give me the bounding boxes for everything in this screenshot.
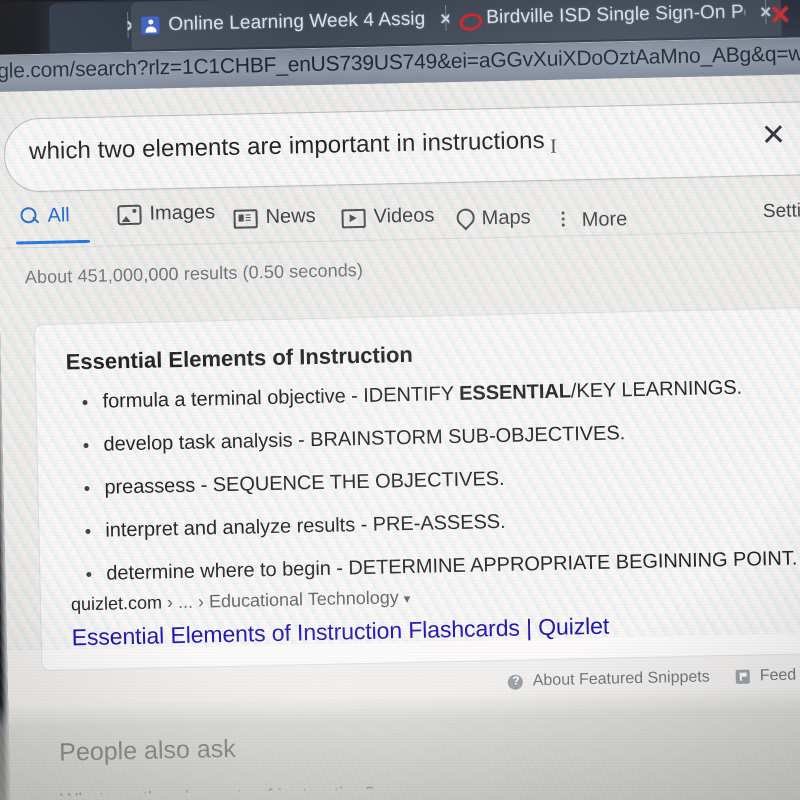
tab-videos[interactable]: Videos bbox=[341, 198, 435, 234]
bullet-text-pre: develop task analysis - BRAINSTORM SUB-O… bbox=[103, 422, 626, 456]
bullet-text-pre: interpret and analyze results - PRE-ASSE… bbox=[105, 510, 506, 542]
browser-tab-2[interactable]: Online Learning Week 4 Assignm × bbox=[130, 0, 462, 50]
settings-link[interactable]: Settings bbox=[763, 200, 800, 223]
search-vertical-tabs: All Images News Videos Maps More bbox=[16, 182, 800, 248]
tab-images[interactable]: Images bbox=[117, 195, 215, 231]
cite-domain: quizlet.com bbox=[70, 592, 163, 615]
tab-label: Maps bbox=[481, 205, 531, 229]
question-mark-icon bbox=[507, 674, 523, 690]
about-featured-snippets-link[interactable]: About Featured Snippets bbox=[507, 668, 710, 690]
list-item: develop task analysis - BRAINSTORM SUB-O… bbox=[77, 419, 800, 455]
result-title-link[interactable]: Essential Elements of Instruction Flashc… bbox=[71, 613, 609, 652]
feedback-label: Feed bbox=[759, 666, 797, 685]
tab-more[interactable]: More bbox=[553, 202, 627, 238]
person-avatar-icon bbox=[141, 16, 160, 35]
google-search-results-page: which two elements are important in inst… bbox=[0, 73, 800, 800]
featured-snippet-footer: About Featured Snippets Feed bbox=[507, 665, 800, 698]
bullet-text-pre: determine where to begin - DETERMINE APP… bbox=[106, 547, 798, 585]
featured-snippet-bullet-list: formula a terminal objective - IDENTIFY … bbox=[76, 376, 800, 607]
bullet-text-pre: formula a terminal objective - IDENTIFY bbox=[102, 382, 460, 413]
flag-icon bbox=[735, 669, 750, 684]
result-stats: About 451,000,000 results (0.50 seconds) bbox=[24, 259, 364, 288]
bullet-text-bold: ESSENTIAL bbox=[458, 380, 572, 405]
bullet-text-pre: preassess - SEQUENCE THE OBJECTIVES. bbox=[104, 467, 505, 499]
about-featured-snippets-label: About Featured Snippets bbox=[532, 668, 710, 690]
tab-title: Birdville ISD Single Sign-On Portа bbox=[486, 1, 746, 29]
video-icon bbox=[341, 208, 366, 228]
tab-all[interactable]: All bbox=[16, 198, 91, 245]
monitor-screen-area: × Online Learning Week 4 Assignm × Birdv… bbox=[0, 0, 800, 800]
bullet-text-post: /KEY LEARNINGS. bbox=[570, 376, 743, 403]
screenshot-photo-of-monitor: × Online Learning Week 4 Assignm × Birdv… bbox=[0, 0, 800, 800]
map-pin-icon bbox=[453, 209, 473, 229]
list-item: determine where to begin - DETERMINE APP… bbox=[80, 547, 800, 585]
list-item: interpret and analyze results - PRE-ASSE… bbox=[79, 505, 800, 542]
text-cursor-icon: I bbox=[549, 135, 558, 158]
people-also-ask-heading: People also ask bbox=[58, 734, 237, 767]
featured-snippet-card: Essential Elements of Instruction formul… bbox=[33, 306, 800, 672]
tab-label: News bbox=[265, 204, 316, 228]
window-close-icon[interactable]: ✕ bbox=[769, 0, 791, 31]
red-loop-icon bbox=[459, 9, 477, 27]
search-input[interactable]: which two elements are important in inst… bbox=[3, 100, 800, 193]
browser-tab-3[interactable]: Birdville ISD Single Sign-On Portа × bbox=[448, 0, 782, 43]
search-query-text: which two elements are important in inst… bbox=[28, 126, 545, 166]
tab-label: Videos bbox=[373, 203, 435, 228]
tab-label: Images bbox=[149, 200, 216, 225]
tab-news[interactable]: News bbox=[233, 199, 316, 235]
tab-label: More bbox=[581, 207, 628, 231]
list-item: formula a terminal objective - IDENTIFY … bbox=[76, 376, 800, 413]
news-icon bbox=[233, 208, 258, 229]
cite-path: › ... › Educational Technology bbox=[161, 587, 399, 613]
tab-label: All bbox=[47, 203, 70, 227]
tab-maps[interactable]: Maps bbox=[453, 200, 531, 236]
feedback-link[interactable]: Feed bbox=[735, 666, 797, 686]
more-vertical-icon bbox=[554, 210, 574, 230]
image-icon bbox=[117, 204, 142, 226]
clear-search-icon[interactable]: ✕ bbox=[761, 119, 787, 153]
search-icon bbox=[19, 206, 39, 226]
tab-title: Online Learning Week 4 Assignm bbox=[168, 8, 426, 36]
active-tab-underline bbox=[16, 239, 91, 245]
people-also-ask-question[interactable]: What are the elements of instruction? bbox=[60, 784, 375, 800]
chevron-down-icon[interactable]: ▾ bbox=[404, 591, 411, 606]
list-item: preassess - SEQUENCE THE OBJECTIVES. bbox=[78, 462, 800, 499]
featured-snippet-title: Essential Elements of Instruction bbox=[65, 341, 414, 375]
